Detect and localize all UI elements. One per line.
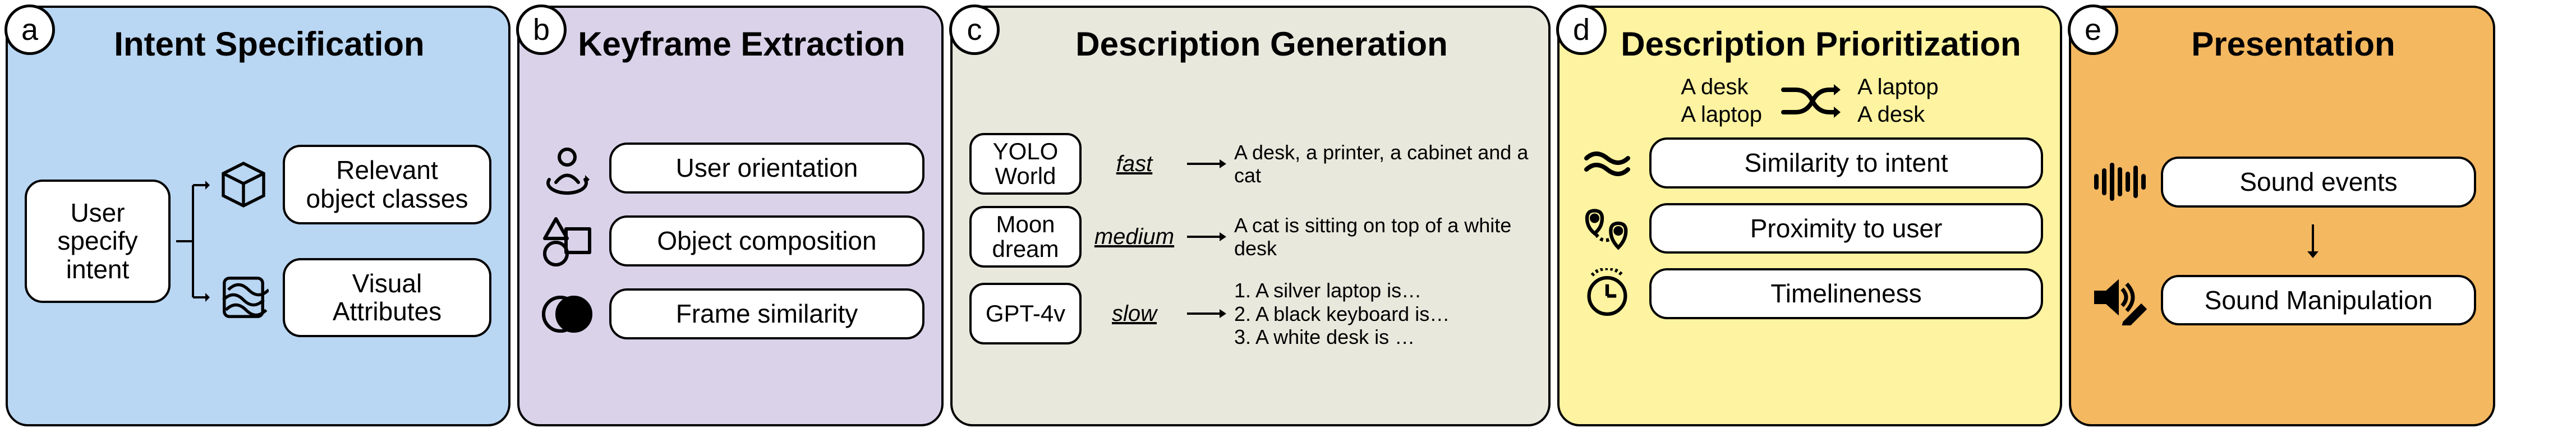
arrow-icon	[1187, 228, 1226, 245]
arrow-icon	[1187, 305, 1226, 322]
proximity-to-user-box: Proximity to user	[1649, 203, 2043, 254]
model-moondream-box: Moon dream	[969, 206, 1082, 268]
clock-icon	[1576, 268, 1638, 319]
badge-c: c	[949, 4, 1000, 55]
frame-similarity-box: Frame similarity	[609, 288, 924, 339]
title-d: Description Prioritization	[1576, 25, 2043, 63]
badge-e: e	[2068, 4, 2118, 55]
reorder-example: A desk A laptop A laptop A desk	[1576, 75, 2043, 127]
sound-manipulation-box: Sound Manipulation	[2161, 275, 2476, 326]
user-intent-box: User specify intent	[25, 180, 171, 303]
panel-intent-specification: a Intent Specification User specify inte…	[6, 6, 510, 426]
timeliness-box: Timelineness	[1649, 268, 2043, 319]
texture-icon	[215, 272, 272, 323]
branch-arrows	[176, 151, 210, 331]
visual-attributes-box: Visual Attributes	[283, 258, 491, 337]
title-e: Presentation	[2088, 25, 2476, 63]
user-orientation-icon	[536, 140, 598, 196]
similarity-to-intent-box: Similarity to intent	[1649, 137, 2043, 189]
badge-e-label: e	[2085, 12, 2101, 47]
speaker-edit-icon	[2088, 275, 2150, 325]
sound-events-box: Sound events	[2161, 157, 2476, 208]
object-composition-box: Object composition	[609, 215, 924, 266]
title-b: Keyframe Extraction	[536, 25, 924, 63]
model-yolo-box: YOLO World	[969, 133, 1082, 195]
split-arrow-icon	[176, 151, 210, 331]
speed-fast-label: fast	[1089, 151, 1179, 177]
proximity-icon	[1576, 203, 1638, 254]
before-2: A laptop	[1681, 102, 1762, 127]
arrow-icon	[1187, 155, 1226, 172]
badge-c-label: c	[967, 12, 982, 47]
after-2: A desk	[1857, 102, 1939, 127]
shuffle-icon	[1779, 79, 1841, 123]
cube-icon	[215, 159, 272, 210]
panel-keyframe-extraction: b Keyframe Extraction User orientation O…	[517, 6, 944, 426]
object-composition-icon	[536, 213, 598, 269]
gpt4v-output-text: 1. A silver laptop is… 2. A black keyboa…	[1234, 279, 1531, 348]
panel-presentation: e Presentation Sound events Sound Manipu…	[2069, 6, 2495, 426]
moondream-output-text: A cat is sitting on top of a white desk	[1234, 214, 1531, 260]
badge-d: d	[1556, 4, 1607, 55]
model-gpt4v-box: GPT-4v	[969, 283, 1082, 344]
before-1: A desk	[1681, 75, 1762, 100]
after-1: A laptop	[1857, 75, 1939, 100]
yolo-output-text: A desk, a printer, a cabinet and a cat	[1234, 141, 1531, 187]
badge-a-label: a	[21, 12, 38, 47]
speed-slow-label: slow	[1089, 301, 1179, 327]
frame-similarity-icon	[536, 286, 598, 342]
badge-d-label: d	[1573, 12, 1590, 47]
similarity-icon	[1576, 146, 1638, 180]
arrow-down-icon	[2201, 224, 2425, 258]
panel-description-generation: c Description Generation YOLO World fast…	[950, 6, 1551, 426]
user-orientation-box: User orientation	[609, 143, 924, 194]
title-c: Description Generation	[969, 25, 1531, 63]
badge-b: b	[516, 4, 567, 55]
speed-medium-label: medium	[1089, 224, 1179, 250]
title-a: Intent Specification	[25, 25, 491, 63]
badge-b-label: b	[533, 12, 550, 47]
panel-description-prioritization: d Description Prioritization A desk A la…	[1557, 6, 2062, 426]
badge-a: a	[4, 4, 55, 55]
waveform-icon	[2088, 159, 2150, 204]
relevant-object-classes-box: Relevant object classes	[283, 145, 491, 224]
